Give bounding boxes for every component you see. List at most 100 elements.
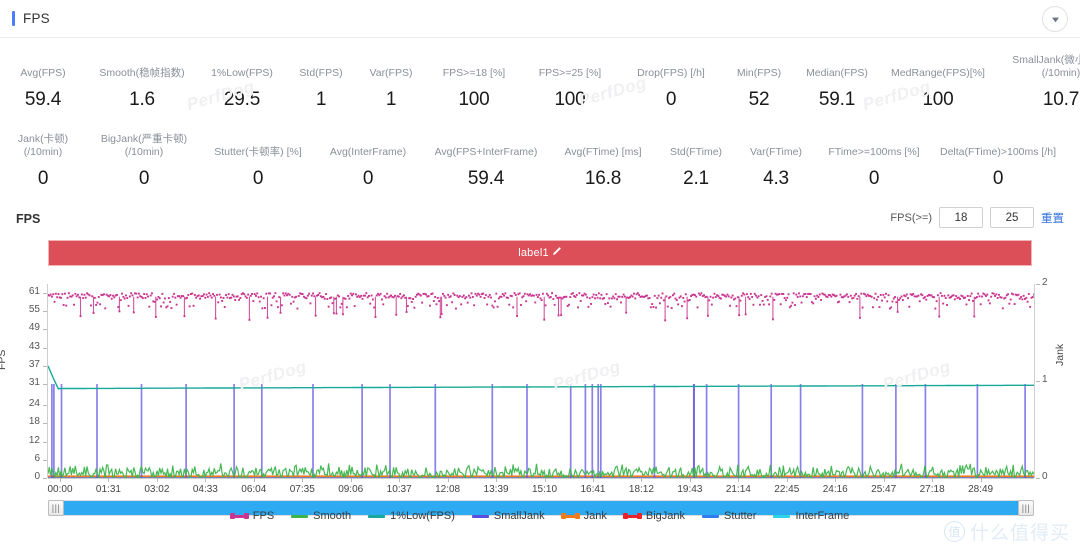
legend-item[interactable]: Jank [560,510,607,522]
legend-item[interactable]: BigJank [622,510,686,522]
metric-value: 29.5 [223,89,261,110]
legend-item[interactable]: Smooth [291,510,351,522]
x-axis-tick-label: 21:14 [725,484,751,495]
metric-value: 1 [315,89,327,110]
metric-label: Avg(FPS) [20,67,65,80]
legend-label: Smooth [313,510,352,522]
metric-label-holder: FPS>=18 [%] [443,46,505,80]
x-axis-tick-label: 24:16 [822,484,848,495]
metric-cell: FPS>=25 [%] 100 [522,46,618,111]
metric-label-line2: (/10min) [1041,67,1080,79]
metric-value: 1.6 [129,89,155,110]
legend-label: SmallJank [493,510,545,522]
fps-threshold-input-1[interactable] [939,207,983,228]
fps-chart-panel: FPS FPS(>=) 重置 label1 FPS Jank ||| [0,206,1080,516]
x-axis-tick-label: 22:45 [774,484,800,495]
metric-label-line1: SmallJank(微小卡顿) [1012,54,1080,66]
metric-label-line1: Drop(FPS) [/h] [637,67,705,79]
label-band[interactable]: label1 [48,240,1032,266]
x-axis-tick-mark [738,478,740,482]
y-axis-tick-mark [43,423,47,425]
summary-row-1: Avg(FPS) 59.4 Smooth(稳帧指数) 1.6 1%Low(FPS) 29.… [0,38,1080,111]
title-accent-bar [12,11,15,26]
chevron-down-icon[interactable] [1042,6,1068,32]
reset-button[interactable]: 重置 [1041,210,1064,226]
x-axis-tick-label: 07:35 [289,484,315,495]
legend-swatch [702,514,720,518]
legend-label: Stutter [724,510,757,522]
metric-label-line1: Avg(FTime) [ms] [564,146,642,158]
metric-label: Stutter(卡顿率) [%] [214,146,302,159]
y-axis-tick-mark [43,405,47,407]
y-axis-tick-mark [43,329,47,331]
metric-cell: Var(FPS) 1 [356,46,426,111]
x-axis-tick-label: 18:12 [628,484,654,495]
metric-label-line1: Stutter(卡顿率) [%] [214,146,302,158]
plot-area[interactable] [48,284,1034,478]
metric-value: 0 [665,89,677,110]
metric-cell: Stutter(卡顿率) [%] 0 [202,125,314,190]
metric-label: Smooth(稳帧指数) [99,67,184,80]
x-axis-tick-mark [932,478,934,482]
metric-label-line1: Std(FPS) [299,67,343,79]
metric-cell: Min(FPS) 52 [724,46,794,111]
y-axis-tick-label: 18 [28,416,40,428]
x-axis-tick-mark [205,478,207,482]
metric-label: Jank(卡顿) (/10min) [18,133,68,159]
x-axis-tick-mark [883,478,885,482]
metric-label-line2: (/10min) [23,146,63,158]
metric-label-line1: Avg(FPS) [20,67,66,79]
y2-axis-tick-label: 0 [1042,471,1048,482]
metric-label: FTime>=100ms [%] [828,146,919,159]
metric-cell: 1%Low(FPS) 29.5 [198,46,286,111]
y-axis-tick-mark [43,293,47,295]
fps-threshold-label: FPS(>=) [890,211,932,224]
y-axis-tick-label: 31 [28,377,40,389]
metric-label-holder: MedRange(FPS)[%] [891,46,985,80]
metric-label-holder: Delta(FTime)>100ms [/h] [940,125,1056,159]
plot-wrapper: FPS Jank ||| ||| 61 55 49 43 37 31 24 18 12 6 0 2 1 0… [0,277,1080,516]
legend-label: BigJank [645,510,686,522]
summary-row-2: Jank(卡顿) (/10min) 0 BigJank(严重卡顿) (/10min) 0 S… [0,111,1080,190]
metric-value: 4.3 [763,168,789,189]
metric-label-line1: Delta(FTime)>100ms [/h] [939,146,1057,158]
metric-value: 59.4 [24,89,62,110]
y-axis-tick-label: 37 [28,358,40,370]
legend-item[interactable]: InterFrame [773,510,849,522]
metric-label: Min(FPS) [737,67,781,80]
legend-swatch [229,513,249,519]
metric-cell: Smooth(稳帧指数) 1.6 [86,46,198,111]
metric-cell: Avg(FTime) [ms] 16.8 [550,125,656,190]
y-axis-tick-label: 61 [28,286,40,298]
x-axis-tick-label: 04:33 [192,484,218,495]
legend-swatch [368,514,386,518]
metric-label-holder: FPS>=25 [%] [539,46,601,80]
x-axis-tick-mark [447,478,449,482]
y-axis-tick-label: 49 [28,322,40,334]
x-axis-tick-mark [156,478,158,482]
metric-label: Std(FTime) [670,146,722,159]
metric-cell: Std(FTime) 2.1 [656,125,736,190]
brand-watermark: 值 什么值得买 [943,518,1070,545]
legend-item[interactable]: 1%Low(FPS) [368,510,455,522]
y2-axis-tick-label: 2 [1042,277,1048,288]
y-axis-tick-mark [43,384,47,386]
x-axis-tick-mark [641,478,643,482]
legend-item[interactable]: SmallJank [471,510,545,522]
legend-item[interactable]: Stutter [702,510,756,522]
y-axis-right-label: Jank [1054,343,1066,366]
metric-label-holder: Var(FPS) [370,46,413,80]
x-axis-tick-label: 00:00 [47,484,73,495]
fps-threshold-input-2[interactable] [990,207,1034,228]
legend-label: Jank [583,510,607,522]
metric-label: FPS>=25 [%] [539,67,601,80]
x-axis-tick-mark [399,478,401,482]
metric-value: 59.1 [818,89,856,110]
pencil-icon[interactable] [551,244,562,262]
y-axis-tick-mark [43,459,47,461]
legend-item[interactable]: FPS [229,510,274,522]
metric-label-holder: Std(FTime) [670,125,722,159]
legend-label: 1%Low(FPS) [390,510,455,522]
y-axis-tick-label: 0 [34,471,40,482]
x-axis-tick-mark [302,478,304,482]
